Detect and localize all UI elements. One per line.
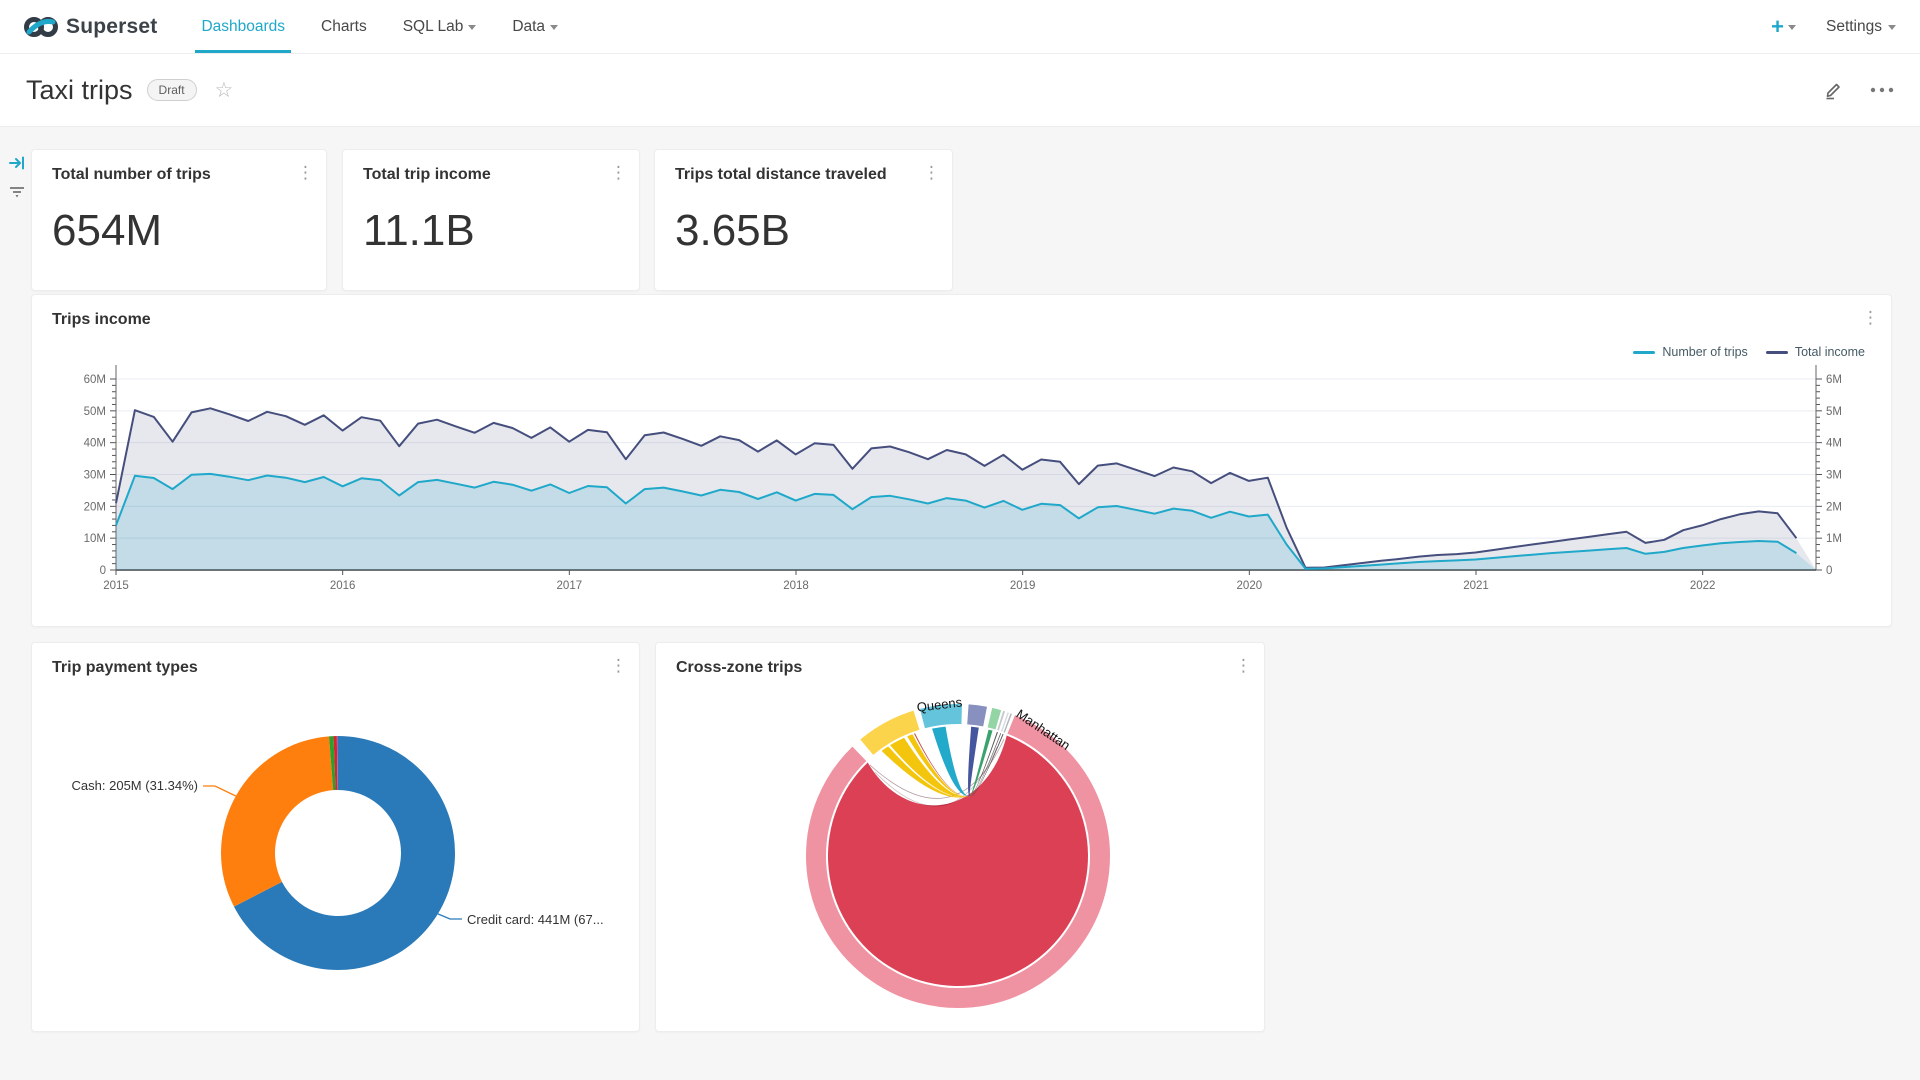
navbar: Superset Dashboards Charts SQL Lab Data … xyxy=(0,0,1920,54)
nav-tab-dashboards[interactable]: Dashboards xyxy=(183,0,303,53)
svg-text:10M: 10M xyxy=(84,533,106,545)
svg-text:2015: 2015 xyxy=(103,580,129,592)
dashboard-header: Taxi trips Draft ☆ xyxy=(0,54,1920,127)
chord-body-manhattan xyxy=(828,735,1088,986)
pencil-icon xyxy=(1822,79,1844,101)
chevron-down-icon xyxy=(468,25,476,30)
svg-text:5M: 5M xyxy=(1826,406,1842,418)
svg-text:4M: 4M xyxy=(1826,438,1842,450)
chord-arc-Queens xyxy=(922,714,961,719)
kpi-card-trip-income: Total trip income ⋮ 11.1B xyxy=(342,149,640,291)
page-title: Taxi trips xyxy=(26,75,133,106)
ellipsis-icon xyxy=(1870,87,1894,93)
chord-arc-sliver1 xyxy=(1000,720,1002,721)
kpi-card-total-trips: Total number of trips ⋮ 654M xyxy=(31,149,327,291)
kpi-value: 3.65B xyxy=(675,206,790,256)
plus-icon: + xyxy=(1771,14,1784,40)
brand-name[interactable]: Superset xyxy=(66,15,157,39)
kpi-value: 654M xyxy=(52,206,162,256)
payment-types-chart-card: Trip payment types ⋮ Cash: 205M (31.34%)… xyxy=(31,642,640,1032)
kpi-card-distance: Trips total distance traveled ⋮ 3.65B xyxy=(654,149,953,291)
svg-text:40M: 40M xyxy=(84,438,106,450)
chord-arc-yellow xyxy=(867,720,917,747)
svg-text:0: 0 xyxy=(1826,565,1832,577)
chevron-down-icon xyxy=(1788,25,1796,30)
chevron-down-icon xyxy=(550,25,558,30)
donut-label-credit: Credit card: 441M (67... xyxy=(467,912,604,927)
dashboard-content: Total number of trips ⋮ 654M Total trip … xyxy=(0,127,1920,1080)
svg-text:6M: 6M xyxy=(1826,374,1842,386)
chord-arc-sliver3 xyxy=(1007,723,1008,724)
svg-text:2020: 2020 xyxy=(1237,580,1263,592)
svg-text:2022: 2022 xyxy=(1690,580,1716,592)
edit-dashboard-button[interactable] xyxy=(1822,79,1844,101)
svg-text:3M: 3M xyxy=(1826,470,1842,482)
svg-text:60M: 60M xyxy=(84,374,106,386)
kebab-menu-icon[interactable]: ⋮ xyxy=(610,164,627,181)
nav-tab-sql-lab[interactable]: SQL Lab xyxy=(385,0,495,53)
kebab-menu-icon[interactable]: ⋮ xyxy=(923,164,940,181)
chord-arc-green xyxy=(990,718,998,720)
collapse-filter-bar-icon[interactable] xyxy=(8,185,26,204)
svg-text:2019: 2019 xyxy=(1010,580,1036,592)
status-badge: Draft xyxy=(147,79,197,101)
svg-text:2021: 2021 xyxy=(1463,580,1489,592)
svg-text:0: 0 xyxy=(100,565,106,577)
nav-tabs: Dashboards Charts SQL Lab Data xyxy=(183,0,576,53)
chevron-down-icon xyxy=(1888,25,1896,30)
chord-arc-slate xyxy=(968,714,985,716)
kpi-title: Trips total distance traveled xyxy=(675,166,887,184)
svg-text:20M: 20M xyxy=(84,501,106,513)
svg-text:50M: 50M xyxy=(84,406,106,418)
svg-text:2017: 2017 xyxy=(557,580,583,592)
svg-text:1M: 1M xyxy=(1826,533,1842,545)
kpi-title: Total trip income xyxy=(363,166,491,184)
superset-logo-icon[interactable] xyxy=(24,15,58,39)
settings-menu-button[interactable]: Settings xyxy=(1826,18,1896,36)
nav-tab-charts[interactable]: Charts xyxy=(303,0,385,53)
expand-filter-bar-icon[interactable] xyxy=(8,155,26,176)
svg-text:2016: 2016 xyxy=(330,580,356,592)
more-options-button[interactable] xyxy=(1870,87,1894,93)
donut-slice xyxy=(221,736,333,906)
cross-zone-chord-chart[interactable]: ManhattanQueens xyxy=(656,643,1266,1033)
trips-income-line-chart[interactable]: 0 0 10M 1M 20M 2M 30M 3M 40M 4M 50M 5M 60M 6M 2015 2016… xyxy=(32,295,1893,628)
cross-zone-chart-card: Cross-zone trips ⋮ ManhattanQueens xyxy=(655,642,1265,1032)
svg-text:2018: 2018 xyxy=(783,580,809,592)
kpi-title: Total number of trips xyxy=(52,166,211,184)
donut-label-cash: Cash: 205M (31.34%) xyxy=(72,778,198,793)
svg-text:30M: 30M xyxy=(84,470,106,482)
new-item-button[interactable]: + xyxy=(1771,14,1796,40)
payment-types-donut-chart[interactable]: Cash: 205M (31.34%) Credit card: 441M (67… xyxy=(32,643,641,1033)
nav-tab-data[interactable]: Data xyxy=(494,0,576,53)
kebab-menu-icon[interactable]: ⋮ xyxy=(297,164,314,181)
kpi-value: 11.1B xyxy=(363,206,475,256)
trips-income-chart-card: Trips income ⋮ Number of tripsTotal inco… xyxy=(31,294,1892,627)
star-icon[interactable]: ☆ xyxy=(215,78,234,103)
svg-text:2M: 2M xyxy=(1826,501,1842,513)
